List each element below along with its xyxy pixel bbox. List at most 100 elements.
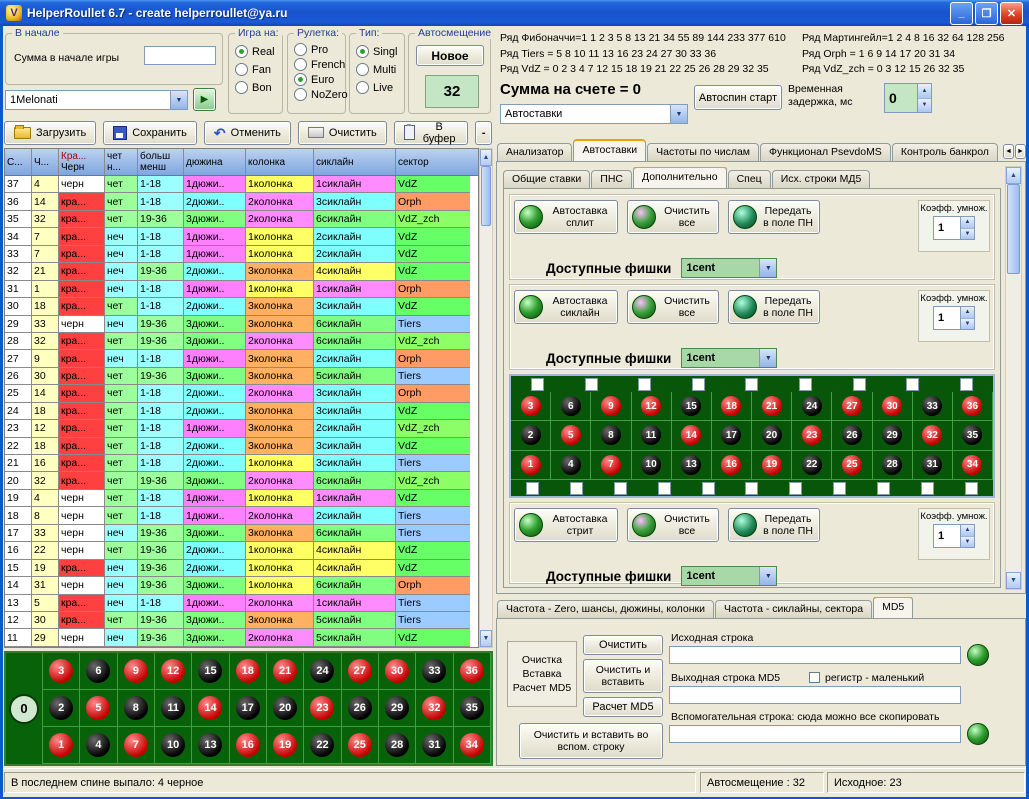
roulette-number-21[interactable]: 21: [762, 396, 782, 416]
radio-pro[interactable]: Pro: [294, 43, 343, 56]
roulette-number-1[interactable]: 1: [49, 733, 73, 757]
md5-source-action-icon[interactable]: [967, 644, 989, 666]
autobet-button[interactable]: Автоставка сплит: [514, 200, 618, 234]
tab-4[interactable]: Исх. строки МД5: [772, 170, 871, 188]
clear-button[interactable]: Очистить: [298, 121, 387, 145]
table-row[interactable]: 1622чернчет19-362дюжи..1колонка4сиклайнV…: [5, 542, 478, 559]
column-header[interactable]: сектор: [396, 149, 470, 175]
roulette-number-1[interactable]: 1: [521, 455, 541, 475]
roulette-number-15[interactable]: 15: [681, 396, 701, 416]
table-row[interactable]: 311кра...неч1-181дюжи..1колонка1сиклайнO…: [5, 281, 478, 298]
roulette-number-4[interactable]: 4: [561, 455, 581, 475]
roulette-number-25[interactable]: 25: [348, 733, 372, 757]
roulette-number-13[interactable]: 13: [198, 733, 222, 757]
scroll-down-icon[interactable]: ▼: [480, 630, 492, 647]
transfer-button[interactable]: Передать в поле ПН: [728, 290, 820, 324]
roulette-number-17[interactable]: 17: [721, 425, 741, 445]
bet-checkbox[interactable]: [833, 482, 846, 495]
table-row[interactable]: 1129черннеч19-363дюжи..2колонка5сиклайнV…: [5, 629, 478, 646]
roulette-number-25[interactable]: 25: [842, 455, 862, 475]
spin-down-icon[interactable]: ▼: [961, 537, 974, 548]
roulette-number-4[interactable]: 4: [86, 733, 110, 757]
transfer-button[interactable]: Передать в поле ПН: [728, 200, 820, 234]
roulette-number-24[interactable]: 24: [310, 659, 334, 683]
roulette-number-22[interactable]: 22: [802, 455, 822, 475]
bet-checkbox[interactable]: [745, 378, 758, 391]
roulette-number-28[interactable]: 28: [882, 455, 902, 475]
roulette-number-10[interactable]: 10: [161, 733, 185, 757]
roulette-number-22[interactable]: 22: [310, 733, 334, 757]
tab-0[interactable]: Частота - Zero, шансы, дюжины, колонки: [497, 600, 714, 618]
table-row[interactable]: 2032кра...чет19-363дюжи..2колонка6сиклай…: [5, 472, 478, 489]
roulette-number-36[interactable]: 36: [962, 396, 982, 416]
bet-checkbox[interactable]: [614, 482, 627, 495]
roulette-number-3[interactable]: 3: [49, 659, 73, 683]
chevron-down-icon[interactable]: ▼: [170, 91, 187, 109]
bet-checkbox[interactable]: [877, 482, 890, 495]
roulette-number-20[interactable]: 20: [762, 425, 782, 445]
bet-checkbox[interactable]: [789, 482, 802, 495]
bet-checkbox[interactable]: [526, 482, 539, 495]
radio-euro[interactable]: Euro: [294, 73, 343, 86]
collapse-button[interactable]: -: [475, 121, 492, 145]
roulette-number-19[interactable]: 19: [762, 455, 782, 475]
roulette-number-8[interactable]: 8: [124, 696, 148, 720]
radio-bon[interactable]: Bon: [235, 81, 280, 94]
scrollbar-thumb[interactable]: [1007, 184, 1020, 274]
tab-2[interactable]: Дополнительно: [633, 167, 727, 188]
roulette-number-17[interactable]: 17: [236, 696, 260, 720]
column-header[interactable]: дюжина: [184, 149, 246, 175]
tab-scroll-right-icon[interactable]: ►: [1015, 144, 1026, 159]
roulette-number-35[interactable]: 35: [460, 696, 484, 720]
radio-fan[interactable]: Fan: [235, 63, 280, 76]
roulette-number-31[interactable]: 31: [422, 733, 446, 757]
table-row[interactable]: 194чернчет1-181дюжи..1колонка1сиклайнVdZ: [5, 490, 478, 507]
roulette-number-27[interactable]: 27: [842, 396, 862, 416]
copy-to-buffer-button[interactable]: В буфер: [394, 121, 469, 145]
spin-up-icon[interactable]: ▲: [961, 217, 974, 229]
table-row[interactable]: 1431черннеч19-363дюжи..1колонка6сиклайнO…: [5, 577, 478, 594]
load-button[interactable]: Загрузить: [4, 121, 96, 145]
table-row[interactable]: 2630кра...чет19-363дюжи..3колонка5сиклай…: [5, 368, 478, 385]
roulette-number-27[interactable]: 27: [348, 659, 372, 683]
helper-string-input[interactable]: [669, 725, 961, 743]
clear-all-button[interactable]: Очистить все: [627, 290, 719, 324]
table-row[interactable]: 2933черннеч19-363дюжи..3колонка6сиклайнT…: [5, 316, 478, 333]
roulette-number-29[interactable]: 29: [882, 425, 902, 445]
table-row[interactable]: 2116кра...чет1-182дюжи..1колонка3сиклайн…: [5, 455, 478, 472]
radio-french[interactable]: French: [294, 58, 343, 71]
roulette-number-12[interactable]: 12: [641, 396, 661, 416]
transfer-button[interactable]: Передать в поле ПН: [728, 508, 820, 542]
table-row[interactable]: 3532кра...чет19-363дюжи..2колонка6сиклай…: [5, 211, 478, 228]
autobet-button[interactable]: Автоставка сиклайн: [514, 290, 618, 324]
roulette-number-34[interactable]: 34: [962, 455, 982, 475]
table-row[interactable]: 2218кра...чет1-182дюжи..3колонка3сиклайн…: [5, 438, 478, 455]
column-header[interactable]: сиклайн: [314, 149, 396, 175]
md5-calc-button[interactable]: Расчет MD5: [583, 697, 663, 717]
paste-to-helper-button[interactable]: Очистить и вставить во вспом. строку: [519, 723, 663, 759]
delay-spinner[interactable]: 0 ▲ ▼: [884, 83, 932, 113]
radio-live[interactable]: Live: [356, 81, 402, 94]
roulette-number-9[interactable]: 9: [601, 396, 621, 416]
roulette-number-31[interactable]: 31: [922, 455, 942, 475]
tab-scroll-left-icon[interactable]: ◄: [1003, 144, 1014, 159]
bet-checkbox[interactable]: [570, 482, 583, 495]
bet-checkbox[interactable]: [906, 378, 919, 391]
table-row[interactable]: 347кра...неч1-181дюжи..1колонка2сиклайнV…: [5, 228, 478, 245]
column-header[interactable]: большменш: [138, 149, 184, 175]
roulette-number-29[interactable]: 29: [385, 696, 409, 720]
table-row[interactable]: 374чернчет1-181дюжи..1колонка1сиклайнVdZ: [5, 176, 478, 193]
scroll-down-icon[interactable]: ▼: [1006, 572, 1021, 589]
table-row[interactable]: 1733черннеч19-363дюжи..3колонка6сиклайнT…: [5, 525, 478, 542]
zero-cell[interactable]: 0: [6, 653, 43, 764]
bet-checkbox[interactable]: [531, 378, 544, 391]
spin-up-icon[interactable]: ▲: [961, 307, 974, 319]
bet-checkbox[interactable]: [853, 378, 866, 391]
tab-3[interactable]: Функционал PsevdoMS: [760, 143, 891, 161]
roulette-number-18[interactable]: 18: [236, 659, 260, 683]
autobet-button[interactable]: Автоставка стрит: [514, 508, 618, 542]
close-button[interactable]: ✕: [1000, 2, 1023, 25]
bet-checkbox[interactable]: [799, 378, 812, 391]
spin-down-icon[interactable]: ▼: [918, 99, 931, 113]
bet-checkbox[interactable]: [745, 482, 758, 495]
